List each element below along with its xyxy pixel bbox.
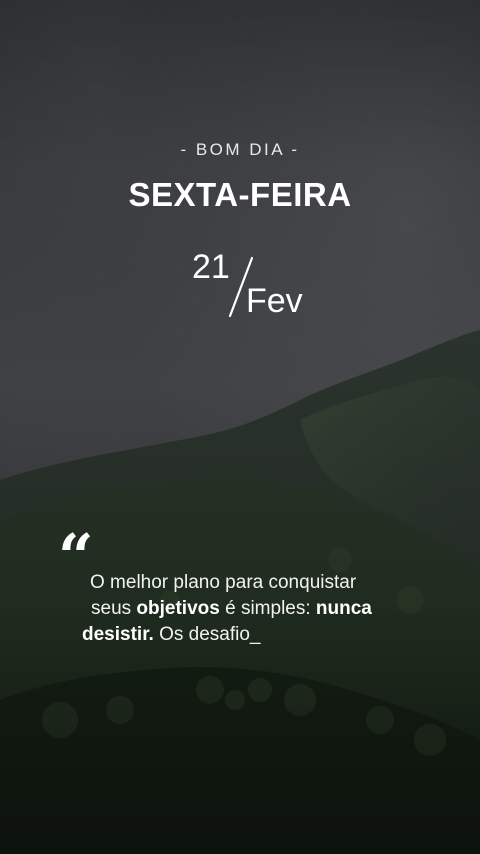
greeting-text: - BOM DIA - [180, 140, 300, 159]
quote-line-2-start: seus [91, 598, 137, 619]
quote-line-1: O melhor plano para conquistar [90, 572, 357, 593]
quote-line-2: seus objetivos é simples: nunca [82, 596, 402, 622]
quote-emphasis-objetivos: objetivos [136, 598, 220, 619]
quote-emphasis-desistir: desistir. [82, 624, 154, 645]
quote-line-3: desistir. Os desafio_ [82, 622, 402, 648]
weekday-title: SEXTA-FEIRA [128, 176, 352, 213]
quote-line-3-rest: Os desafio_ [153, 624, 261, 645]
story-screen: - BOM DIA - SEXTA-FEIRA 21 Fev “ O melho… [0, 0, 480, 854]
quote-line-2-middle: é simples: [219, 598, 316, 619]
quote-text: O melhor plano para conquistar seus obje… [82, 570, 402, 648]
mountain-landscape [0, 330, 480, 854]
date-display: 21 Fev [190, 248, 310, 328]
month-label: Fev [246, 282, 303, 320]
quote-emphasis-nunca: nunca [315, 598, 372, 619]
